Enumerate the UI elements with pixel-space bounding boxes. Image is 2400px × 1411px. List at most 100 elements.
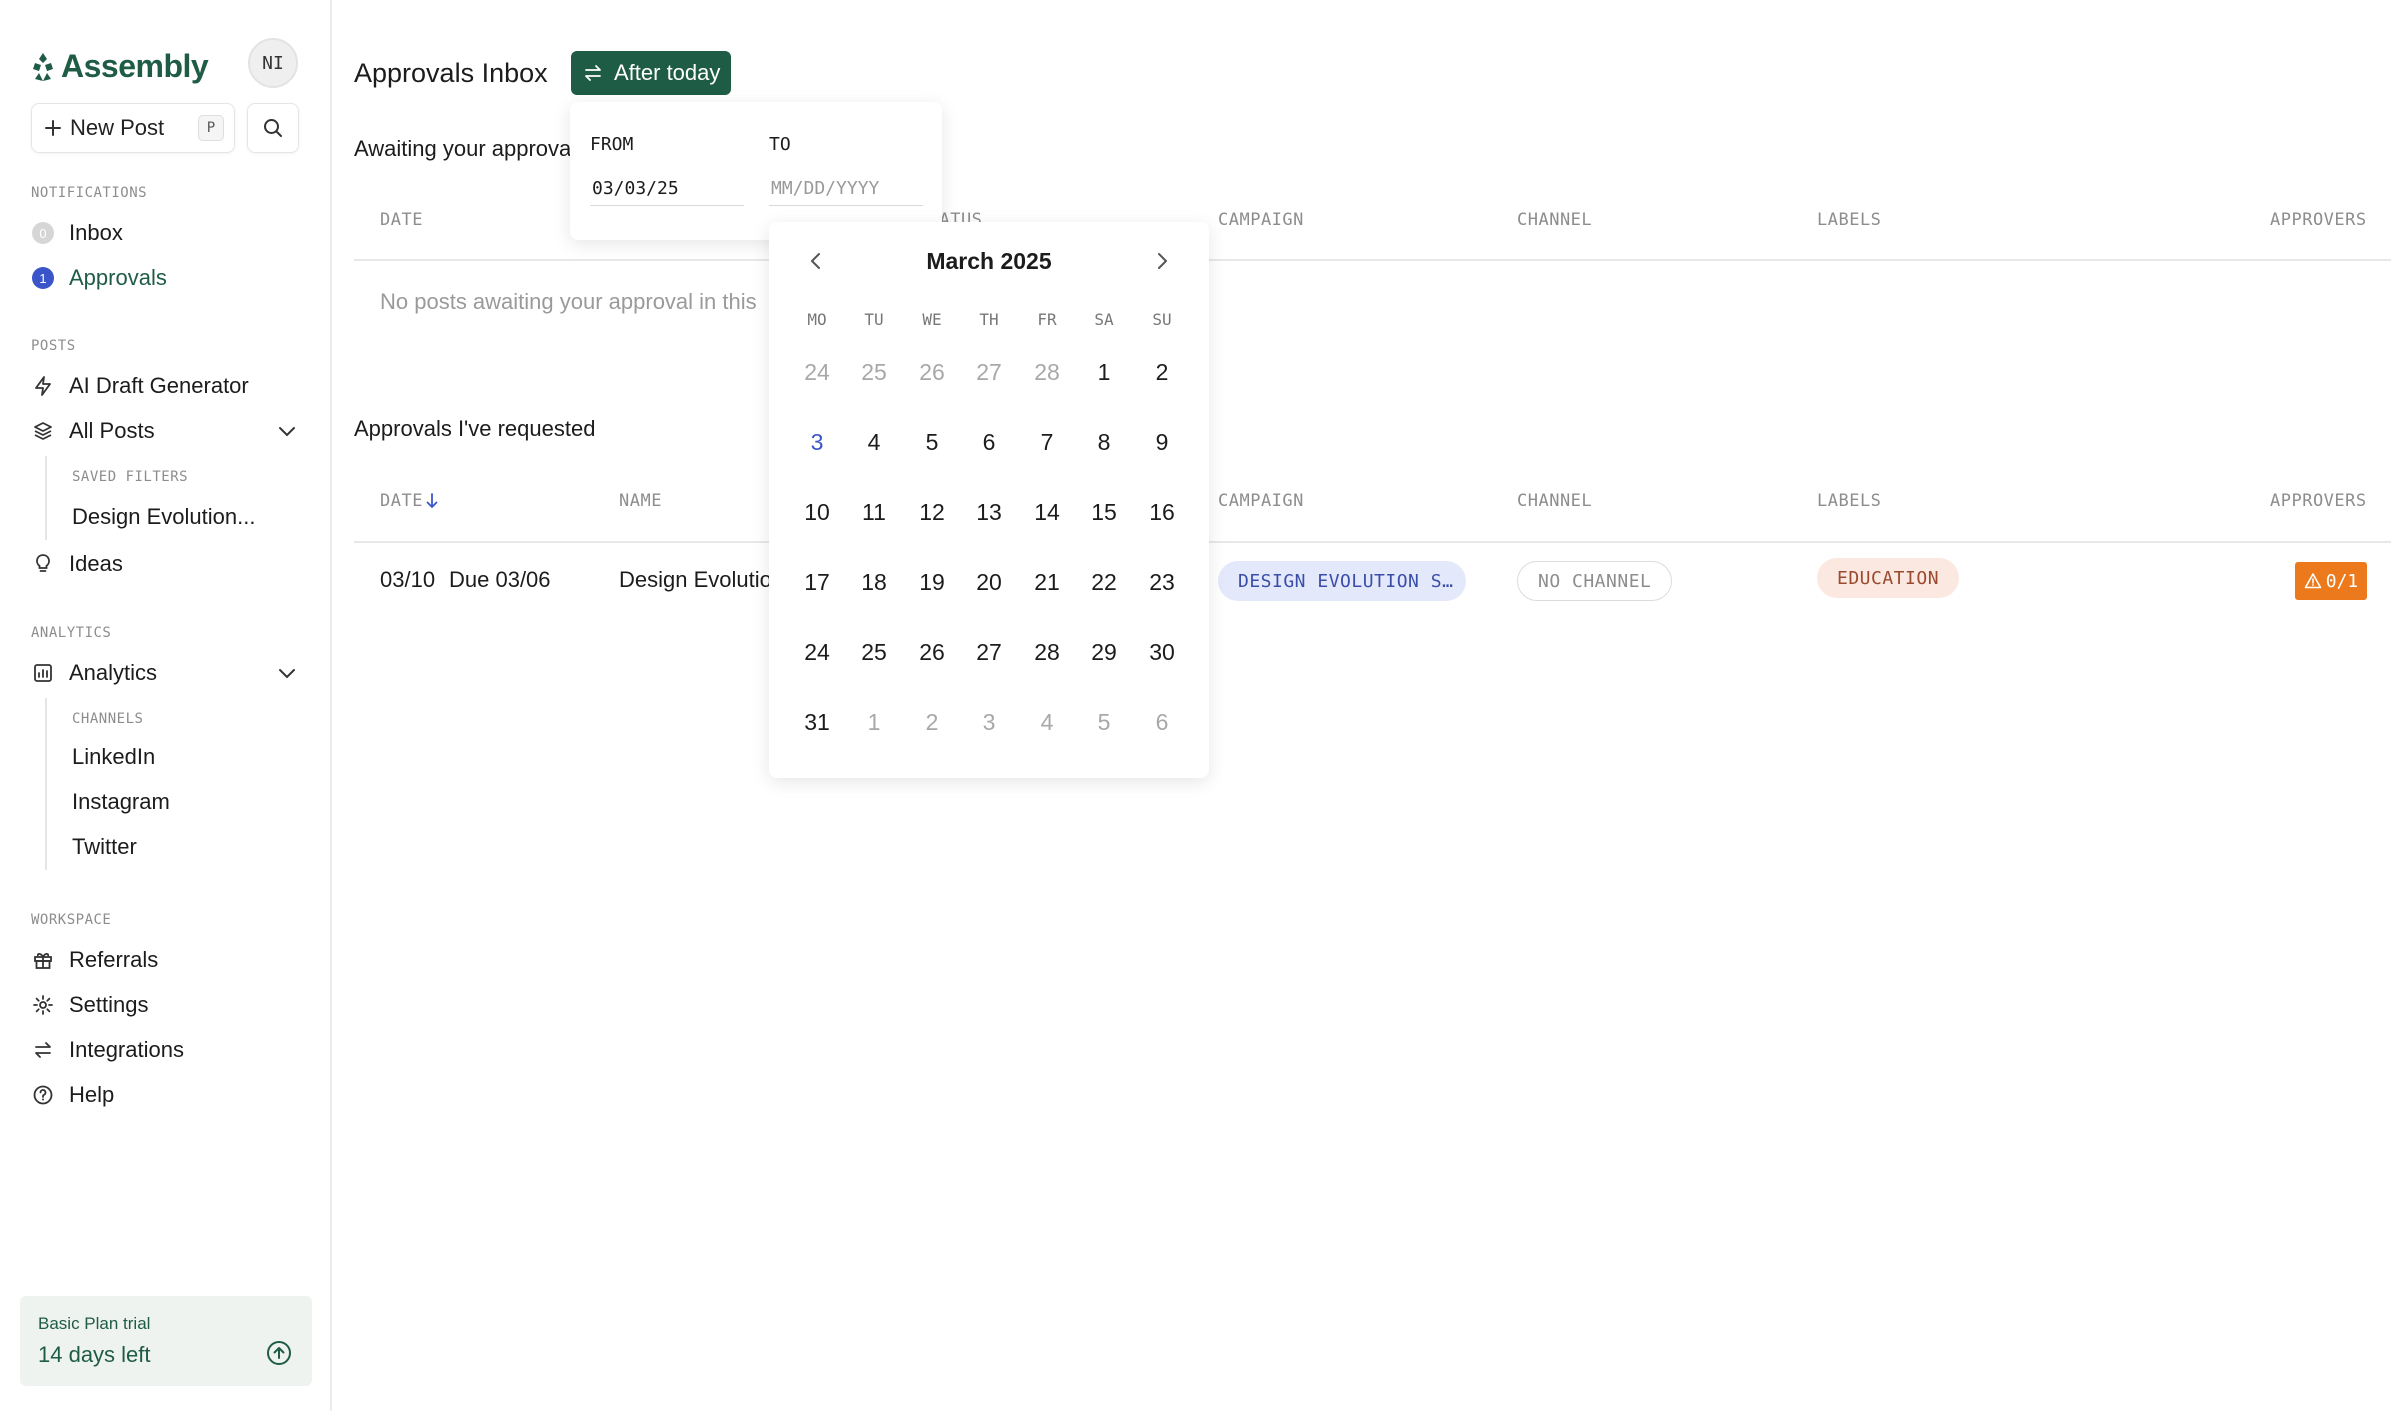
date-filter-label: After today [614, 60, 721, 85]
calendar-day[interactable]: 4 [1021, 702, 1073, 742]
calendar-day[interactable]: 16 [1136, 492, 1188, 532]
calendar-day[interactable]: 13 [963, 492, 1015, 532]
sidebar-item-referrals[interactable]: Referrals [31, 943, 158, 977]
analytics-label: Analytics [69, 660, 158, 685]
calendar-day[interactable]: 22 [1078, 562, 1130, 602]
calendar-day[interactable]: 23 [1136, 562, 1188, 602]
row-name[interactable]: Design Evolutio [619, 567, 772, 593]
approvers-status-badge[interactable]: 0/1 [2295, 562, 2367, 600]
calendar-day[interactable]: 5 [906, 422, 958, 462]
sidebar-item-approvals[interactable]: 1 Approvals [31, 261, 167, 295]
awaiting-col-approvers[interactable]: APPROVERS [2270, 210, 2367, 230]
sidebar-item-inbox[interactable]: 0 Inbox [31, 216, 123, 250]
calendar-day[interactable]: 4 [848, 422, 900, 462]
calendar-day[interactable]: 24 [791, 352, 843, 392]
search-button[interactable] [247, 103, 299, 153]
calendar-day[interactable]: 30 [1136, 632, 1188, 672]
new-post-button[interactable]: New Post P [31, 103, 235, 153]
requested-col-name[interactable]: NAME [619, 491, 662, 511]
weekday-header: TH [979, 310, 999, 329]
requested-col-campaign[interactable]: CAMPAIGN [1218, 491, 1304, 511]
chevron-down-icon[interactable] [276, 664, 298, 682]
calendar-day[interactable]: 8 [1078, 422, 1130, 462]
requested-col-channel[interactable]: CHANNEL [1517, 491, 1592, 511]
channels-label: CHANNELS [72, 711, 144, 727]
channel-tag[interactable]: NO CHANNEL [1517, 561, 1673, 601]
calendar-day[interactable]: 7 [1021, 422, 1073, 462]
calendar-day[interactable]: 3 [791, 422, 843, 462]
channel-item-twitter[interactable]: Twitter [72, 834, 137, 860]
requested-col-date[interactable]: DATE [380, 491, 439, 511]
saved-filters-label: SAVED FILTERS [72, 469, 189, 485]
calendar-day[interactable]: 24 [791, 632, 843, 672]
requested-col-labels[interactable]: LABELS [1817, 491, 1881, 511]
calendar-day[interactable]: 6 [963, 422, 1015, 462]
calendar-day[interactable]: 11 [848, 492, 900, 532]
sidebar-item-settings[interactable]: Settings [31, 988, 149, 1022]
sidebar-item-analytics[interactable]: Analytics [31, 656, 157, 690]
new-post-shortcut: P [198, 115, 224, 141]
all-posts-label: All Posts [69, 418, 155, 443]
channel-item-linkedin[interactable]: LinkedIn [72, 744, 155, 770]
calendar-day[interactable]: 3 [963, 702, 1015, 742]
sidebar-item-all-posts[interactable]: All Posts [31, 414, 155, 448]
saved-filter-item[interactable]: Design Evolution... [72, 504, 255, 530]
user-avatar[interactable]: NI [248, 38, 298, 88]
sidebar-item-help[interactable]: Help [31, 1078, 114, 1112]
calendar-day[interactable]: 17 [791, 562, 843, 602]
calendar-day[interactable]: 9 [1136, 422, 1188, 462]
calendar-day[interactable]: 20 [963, 562, 1015, 602]
calendar-day[interactable]: 31 [791, 702, 843, 742]
to-date-input[interactable]: MM/DD/YYYY [769, 172, 923, 206]
awaiting-col-labels[interactable]: LABELS [1817, 210, 1881, 230]
brand-logo[interactable]: Assembly [31, 48, 209, 85]
campaign-tag[interactable]: DESIGN EVOLUTION S… [1218, 561, 1466, 601]
channel-item-instagram[interactable]: Instagram [72, 789, 170, 815]
calendar-day[interactable]: 5 [1078, 702, 1130, 742]
date-filter-button[interactable]: After today [571, 51, 732, 95]
from-date-input[interactable]: 03/03/25 [590, 172, 744, 206]
awaiting-col-channel[interactable]: CHANNEL [1517, 210, 1592, 230]
calendar-day[interactable]: 2 [906, 702, 958, 742]
calendar-day[interactable]: 21 [1021, 562, 1073, 602]
awaiting-col-date[interactable]: DATE [380, 210, 423, 230]
sidebar-item-integrations[interactable]: Integrations [31, 1033, 184, 1067]
analytics-section-label: ANALYTICS [31, 625, 112, 641]
calendar-day[interactable]: 29 [1078, 632, 1130, 672]
calendar-day[interactable]: 14 [1021, 492, 1073, 532]
plus-icon [45, 120, 61, 136]
row-due-date: Due 03/06 [449, 567, 551, 592]
trial-banner[interactable]: Basic Plan trial 14 days left [20, 1296, 312, 1386]
calendar-day[interactable]: 28 [1021, 352, 1073, 392]
next-month-icon[interactable] [1151, 250, 1173, 272]
calendar-month-title: March 2025 [926, 248, 1052, 274]
requested-col-approvers[interactable]: APPROVERS [2270, 491, 2367, 511]
sidebar-item-ai-draft[interactable]: AI Draft Generator [31, 369, 249, 403]
calendar-day[interactable]: 10 [791, 492, 843, 532]
calendar-day[interactable]: 28 [1021, 632, 1073, 672]
chevron-down-icon[interactable] [276, 422, 298, 440]
weekday-header: WE [922, 310, 942, 329]
calendar-day[interactable]: 26 [906, 632, 958, 672]
calendar-day[interactable]: 27 [963, 352, 1015, 392]
calendar-day[interactable]: 12 [906, 492, 958, 532]
trial-days-left: 14 days left [38, 1342, 151, 1367]
calendar-day[interactable]: 18 [848, 562, 900, 602]
upgrade-arrow-icon[interactable] [266, 1340, 292, 1366]
calendar-day[interactable]: 25 [848, 632, 900, 672]
inbox-count-badge: 0 [32, 222, 54, 244]
awaiting-col-campaign[interactable]: CAMPAIGN [1218, 210, 1304, 230]
requested-header-divider [354, 541, 2391, 543]
calendar-day[interactable]: 26 [906, 352, 958, 392]
calendar-day[interactable]: 27 [963, 632, 1015, 672]
calendar-day[interactable]: 2 [1136, 352, 1188, 392]
calendar-day[interactable]: 15 [1078, 492, 1130, 532]
calendar-day[interactable]: 1 [848, 702, 900, 742]
calendar-day[interactable]: 1 [1078, 352, 1130, 392]
label-tag[interactable]: EDUCATION [1817, 558, 1960, 598]
calendar-day[interactable]: 19 [906, 562, 958, 602]
calendar-day[interactable]: 6 [1136, 702, 1188, 742]
calendar-day[interactable]: 25 [848, 352, 900, 392]
ai-draft-label: AI Draft Generator [69, 373, 249, 398]
sidebar-item-ideas[interactable]: Ideas [31, 547, 123, 581]
